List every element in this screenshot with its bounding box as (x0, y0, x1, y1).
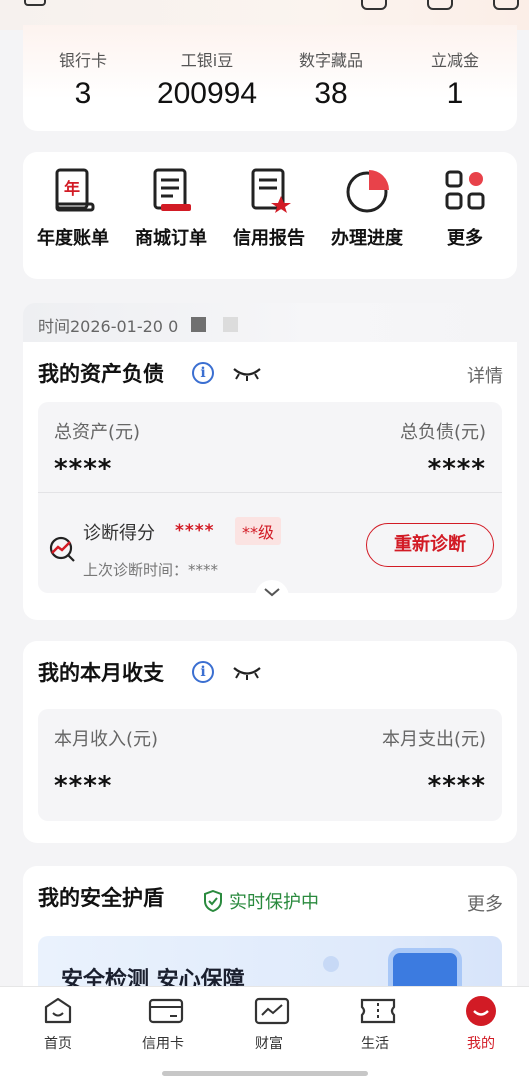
shortcut-progress[interactable]: 办理进度 (319, 166, 415, 250)
budget-title: 我的本月收支 (38, 661, 164, 685)
shortcut-label: 商城订单 (135, 228, 207, 249)
time-text: 时间2026-01-20 0 (38, 317, 179, 336)
assets-summary: 总资产(元) 总负债(元) **** **** (38, 402, 502, 494)
expand-toggle[interactable] (255, 580, 289, 602)
ticket-icon (360, 997, 396, 1025)
stat-bank-cards[interactable]: 银行卡 3 (23, 47, 143, 111)
assets-title: 我的资产负债 (38, 362, 164, 386)
stat-label: 银行卡 (58, 51, 107, 70)
shield-check-icon (204, 890, 222, 912)
stats-card: 银行卡 3 工银i豆 200994 数字藏品 38 立减金 1 (23, 25, 517, 131)
shortcut-more[interactable]: 更多 (417, 166, 513, 250)
budget-summary: 本月收入(元) 本月支出(元) **** **** (38, 709, 502, 821)
profile-icon (466, 996, 496, 1026)
credit-card-icon (148, 997, 184, 1025)
shortcut-credit-report[interactable]: 信用报告 (221, 166, 317, 250)
shortcut-label: 更多 (447, 228, 483, 249)
chevron-down-icon (264, 588, 280, 597)
stat-label: 立减金 (430, 51, 479, 70)
assets-card: 我的资产负债 i 详情 总资产(元) 总负债(元) **** **** 诊断得分… (23, 342, 517, 620)
stat-beans[interactable]: 工银i豆 200994 (147, 47, 267, 111)
diagnosis-icon (49, 536, 75, 562)
placeholder-block (191, 317, 206, 332)
mall-order-icon (147, 166, 195, 214)
security-card: 我的安全护盾 实时保护中 更多 安全检测 安心保障 (23, 866, 517, 1006)
shortcut-label: 年度账单 (37, 228, 109, 249)
tab-label: 生活 (361, 1036, 389, 1052)
home-icon (43, 997, 73, 1025)
shortcut-mall-order[interactable]: 商城订单 (123, 166, 219, 250)
stat-collectibles[interactable]: 数字藏品 38 (271, 47, 391, 111)
credit-report-icon (245, 166, 293, 214)
svg-text:年: 年 (64, 179, 80, 198)
home-indicator (162, 1071, 368, 1076)
last-diagnosis-time: 上次诊断时间：**** (83, 561, 219, 579)
progress-icon (343, 166, 391, 214)
info-icon[interactable]: i (192, 661, 214, 683)
budget-card: 我的本月收支 i 本月收入(元) 本月支出(元) **** **** (23, 641, 517, 843)
tab-label: 财富 (255, 1036, 283, 1052)
income-label: 本月收入(元) (54, 729, 159, 750)
stat-value: 3 (74, 77, 92, 110)
back-icon[interactable] (24, 0, 46, 6)
service-icon[interactable] (361, 0, 387, 10)
tab-home[interactable]: 首页 (18, 997, 98, 1053)
tab-life[interactable]: 生活 (335, 997, 415, 1053)
stat-value: 200994 (156, 77, 258, 110)
expense-value: **** (427, 771, 486, 801)
top-icons (361, 0, 519, 10)
security-more-link[interactable]: 更多 (467, 890, 503, 916)
decor-dot (323, 956, 339, 972)
menu-icon[interactable] (493, 0, 519, 10)
placeholder-block (223, 317, 238, 332)
stat-label: 工银i豆 (180, 51, 234, 70)
tab-credit-card[interactable]: 信用卡 (123, 997, 203, 1053)
total-assets-label: 总资产(元) (54, 422, 141, 443)
diagnosis-score: **** (175, 521, 215, 541)
security-title: 我的安全护盾 (38, 886, 164, 910)
tab-wealth[interactable]: 财富 (229, 997, 309, 1053)
diagnosis-panel: 诊断得分 **** **级 上次诊断时间：**** 重新诊断 (38, 492, 502, 593)
assets-detail-link[interactable]: 详情 (467, 362, 503, 388)
shortcut-annual-bill[interactable]: 年 年度账单 (25, 166, 121, 250)
tab-label: 我的 (467, 1036, 495, 1052)
shortcut-label: 办理进度 (331, 228, 403, 249)
expense-label: 本月支出(元) (381, 729, 486, 750)
eye-closed-icon[interactable] (232, 665, 262, 681)
shortcuts-card: 年 年度账单 商城订单 信用报告 办理进度 更多 (23, 152, 517, 279)
stat-value: 38 (314, 77, 348, 110)
protection-status: 实时保护中 (203, 888, 319, 914)
diagnosis-grade: **级 (235, 517, 282, 545)
tab-profile[interactable]: 我的 (441, 996, 521, 1053)
rediagnose-button[interactable]: 重新诊断 (366, 523, 494, 567)
total-liabilities-value: **** (427, 454, 486, 484)
stat-label: 数字藏品 (298, 51, 363, 70)
tab-label: 信用卡 (142, 1036, 184, 1052)
total-assets-value: **** (54, 454, 113, 484)
more-grid-icon (441, 166, 489, 214)
stat-value: 1 (446, 77, 464, 110)
info-icon[interactable]: i (192, 362, 214, 384)
income-value: **** (54, 771, 113, 801)
eye-closed-icon[interactable] (232, 366, 262, 382)
total-liabilities-label: 总负债(元) (399, 422, 486, 443)
tab-label: 首页 (44, 1036, 72, 1052)
message-icon[interactable] (427, 0, 453, 10)
protection-status-text: 实时保护中 (229, 892, 319, 913)
wealth-chart-icon (254, 997, 290, 1025)
shortcut-label: 信用报告 (233, 228, 305, 249)
annual-bill-icon: 年 (49, 166, 97, 214)
stat-discount[interactable]: 立减金 1 (395, 47, 515, 111)
diagnosis-label: 诊断得分 (83, 523, 155, 544)
time-bar: 时间2026-01-20 0 (23, 303, 517, 343)
